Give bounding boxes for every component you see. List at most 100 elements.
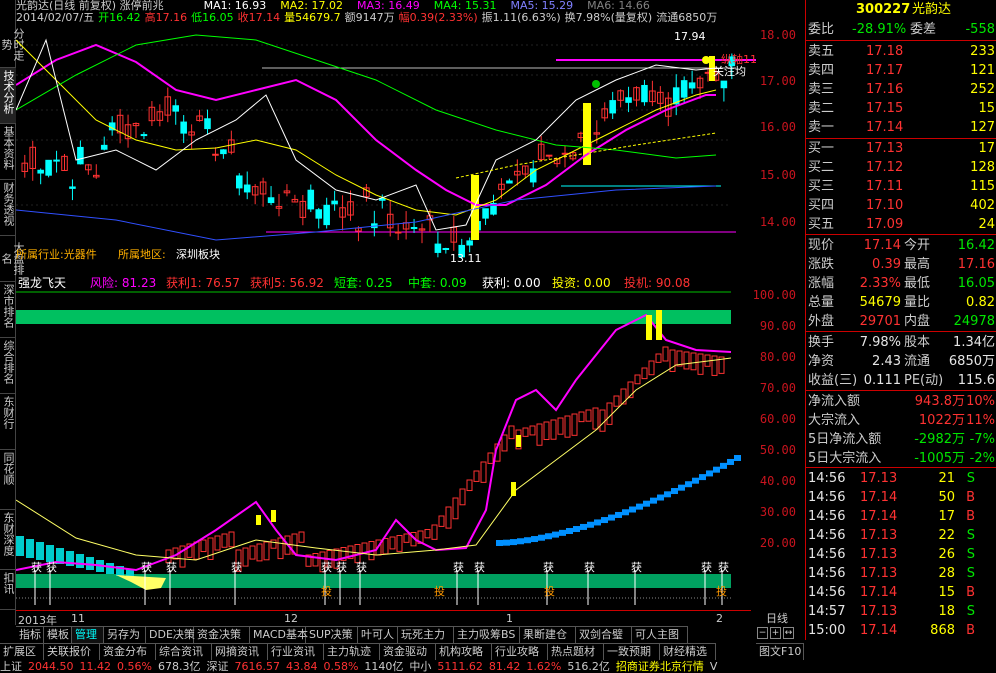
bid-row[interactable]: 买四 17.10 402 [806,196,996,215]
template-tab-1[interactable]: 模板 [44,626,72,643]
info-tab-1[interactable]: 关联报价 [44,643,100,660]
status-item: 招商证券北京行情 [615,660,704,673]
info-tab-4[interactable]: 网摘资讯 [212,643,268,660]
left-tab-10[interactable]: 扣讯 [0,570,16,610]
tick-price: 17.14 [860,490,898,505]
ask-row[interactable]: 卖二 17.15 15 [806,99,996,118]
info-tab-10[interactable]: 热点题材 [548,643,604,660]
info-tab-9[interactable]: 行业攻略 [492,643,548,660]
info-tab-3[interactable]: 综合资讯 [156,643,212,660]
industry-label: 所属行业:光器件 [16,248,97,261]
indicator-tick: 70.00 [759,381,796,395]
indicator-tick: 100.00 [752,288,796,302]
low-annotation: 13.11 [450,252,482,265]
info-tab-6[interactable]: 主力轨迹 [324,643,380,660]
tick-price: 17.13 [860,604,898,619]
info-tab-11[interactable]: 一致预期 [604,643,660,660]
stat-row: 现价 17.14 今开 16.42 [806,236,996,255]
ask-row[interactable]: 卖四 17.17 121 [806,61,996,80]
tick-time: 14:56 [808,471,846,486]
template-tab-7[interactable]: SUP决策 [306,626,358,643]
stat-label: 量比 [904,295,931,310]
template-tab-11[interactable]: 果断建仓 [520,626,576,643]
template-tab-8[interactable]: 叶可人 [358,626,398,643]
left-tab-8[interactable]: 同花顺 [0,450,16,510]
template-tab-4[interactable]: DDE决策 [146,626,195,643]
tick-time: 14:56 [808,528,846,543]
tick-side: S [966,528,975,543]
info-tab-12[interactable]: 财经精选 [660,643,716,660]
stat-label: 涨跌 [808,257,835,272]
bid-price: 17.12 [866,160,904,175]
tick-volume: 28 [938,566,955,581]
tick-price: 17.14 [860,623,898,638]
bid-row[interactable]: 买二 17.12 128 [806,158,996,177]
template-tab-10[interactable]: 主力吸筹BS [454,626,520,643]
template-tab-2[interactable]: 管理 [72,626,104,643]
tick-row: 14:56 17.13 22 S [806,526,996,545]
high-annotation: 17.94 [674,30,706,43]
template-tab-12[interactable]: 双剑合璧 [576,626,632,643]
date-tick: 2 [716,612,723,625]
indicator-chart[interactable]: 获获获获获获获获获获获获获获获投投投投 [16,270,771,608]
template-tab-5[interactable]: 资金决策 [194,626,250,643]
info-tab-7[interactable]: 资金驱动 [380,643,436,660]
status-item: 1.62% [526,660,562,673]
stat2-row: 净资 2.43 流通 6850万 [806,352,996,371]
tick-side: S [966,566,975,581]
date-tick: 11 [71,612,85,625]
period-label[interactable]: 日线 [766,610,788,626]
bid-price: 17.11 [866,179,904,194]
ask-row[interactable]: 卖五 17.18 233 [806,42,996,61]
stat-value: 17.14 [863,238,901,253]
indicator-tick: 50.00 [759,443,796,457]
date-tick: 1 [506,612,513,625]
left-tab-2[interactable]: 基本资料 [0,124,16,180]
info-tab-8[interactable]: 机构攻略 [436,643,492,660]
template-tab-9[interactable]: 玩死主力 [398,626,454,643]
left-tab-label: 综合排名 [2,340,15,384]
info-tab-0[interactable]: 扩展区 [0,643,44,660]
indicator-tick: 20.00 [759,536,796,550]
f10-tab[interactable]: 图文F10 [756,643,804,660]
tick-time: 14:56 [808,585,846,600]
left-tab-6[interactable]: 综合排名 [0,338,16,394]
tick-volume: 18 [938,604,955,619]
bid-row[interactable]: 买一 17.13 17 [806,139,996,158]
bid-label: 买三 [808,179,835,194]
flow-percent: -2% [969,451,995,466]
left-tab-label: 同花顺 [2,452,15,485]
tick-price: 17.13 [860,547,898,562]
tick-volume: 21 [938,471,955,486]
ask-volume: 252 [970,82,995,97]
left-tab-1[interactable]: 技术分析 [0,68,16,124]
tick-side: B [966,509,975,524]
bid-price: 17.09 [866,217,904,232]
left-tab-5[interactable]: 深市排名 [0,282,16,338]
tou-marker: 投 [544,584,555,598]
ask-label: 卖一 [808,120,835,135]
bid-row[interactable]: 买五 17.09 24 [806,215,996,234]
stat2-value: 6850万 [948,354,995,369]
ask-row[interactable]: 卖一 17.14 127 [806,118,996,137]
info-tab-2[interactable]: 资金分布 [100,643,156,660]
huo-marker: 获 [31,561,42,574]
template-tab-3[interactable]: 另存为 [104,626,146,643]
stat2-label: 流通 [904,354,931,369]
price-tick: 14.00 [759,215,796,229]
info-tab-5[interactable]: 行业资讯 [268,643,324,660]
left-tab-7[interactable]: 东财行 [0,394,16,450]
left-tab-0[interactable]: 分时走势 [0,22,25,68]
flow-value: -1005万 [914,451,965,466]
tick-volume: 50 [938,490,955,505]
bid-row[interactable]: 买三 17.11 115 [806,177,996,196]
left-tab-4[interactable]: 大盘排名 [0,236,25,282]
ask-row[interactable]: 卖三 17.16 252 [806,80,996,99]
template-tab-13[interactable]: 可人主图 [632,626,688,643]
left-tab-3[interactable]: 财务透视 [0,180,16,236]
left-tab-9[interactable]: 东财深度 [0,510,16,570]
template-tab-6[interactable]: MACD基本 [250,626,308,643]
ask-label: 卖二 [808,101,835,116]
candlestick-chart[interactable]: 17.9413.11纵轴11关注均 [16,0,771,268]
template-tab-0[interactable]: 指标 [16,626,44,643]
